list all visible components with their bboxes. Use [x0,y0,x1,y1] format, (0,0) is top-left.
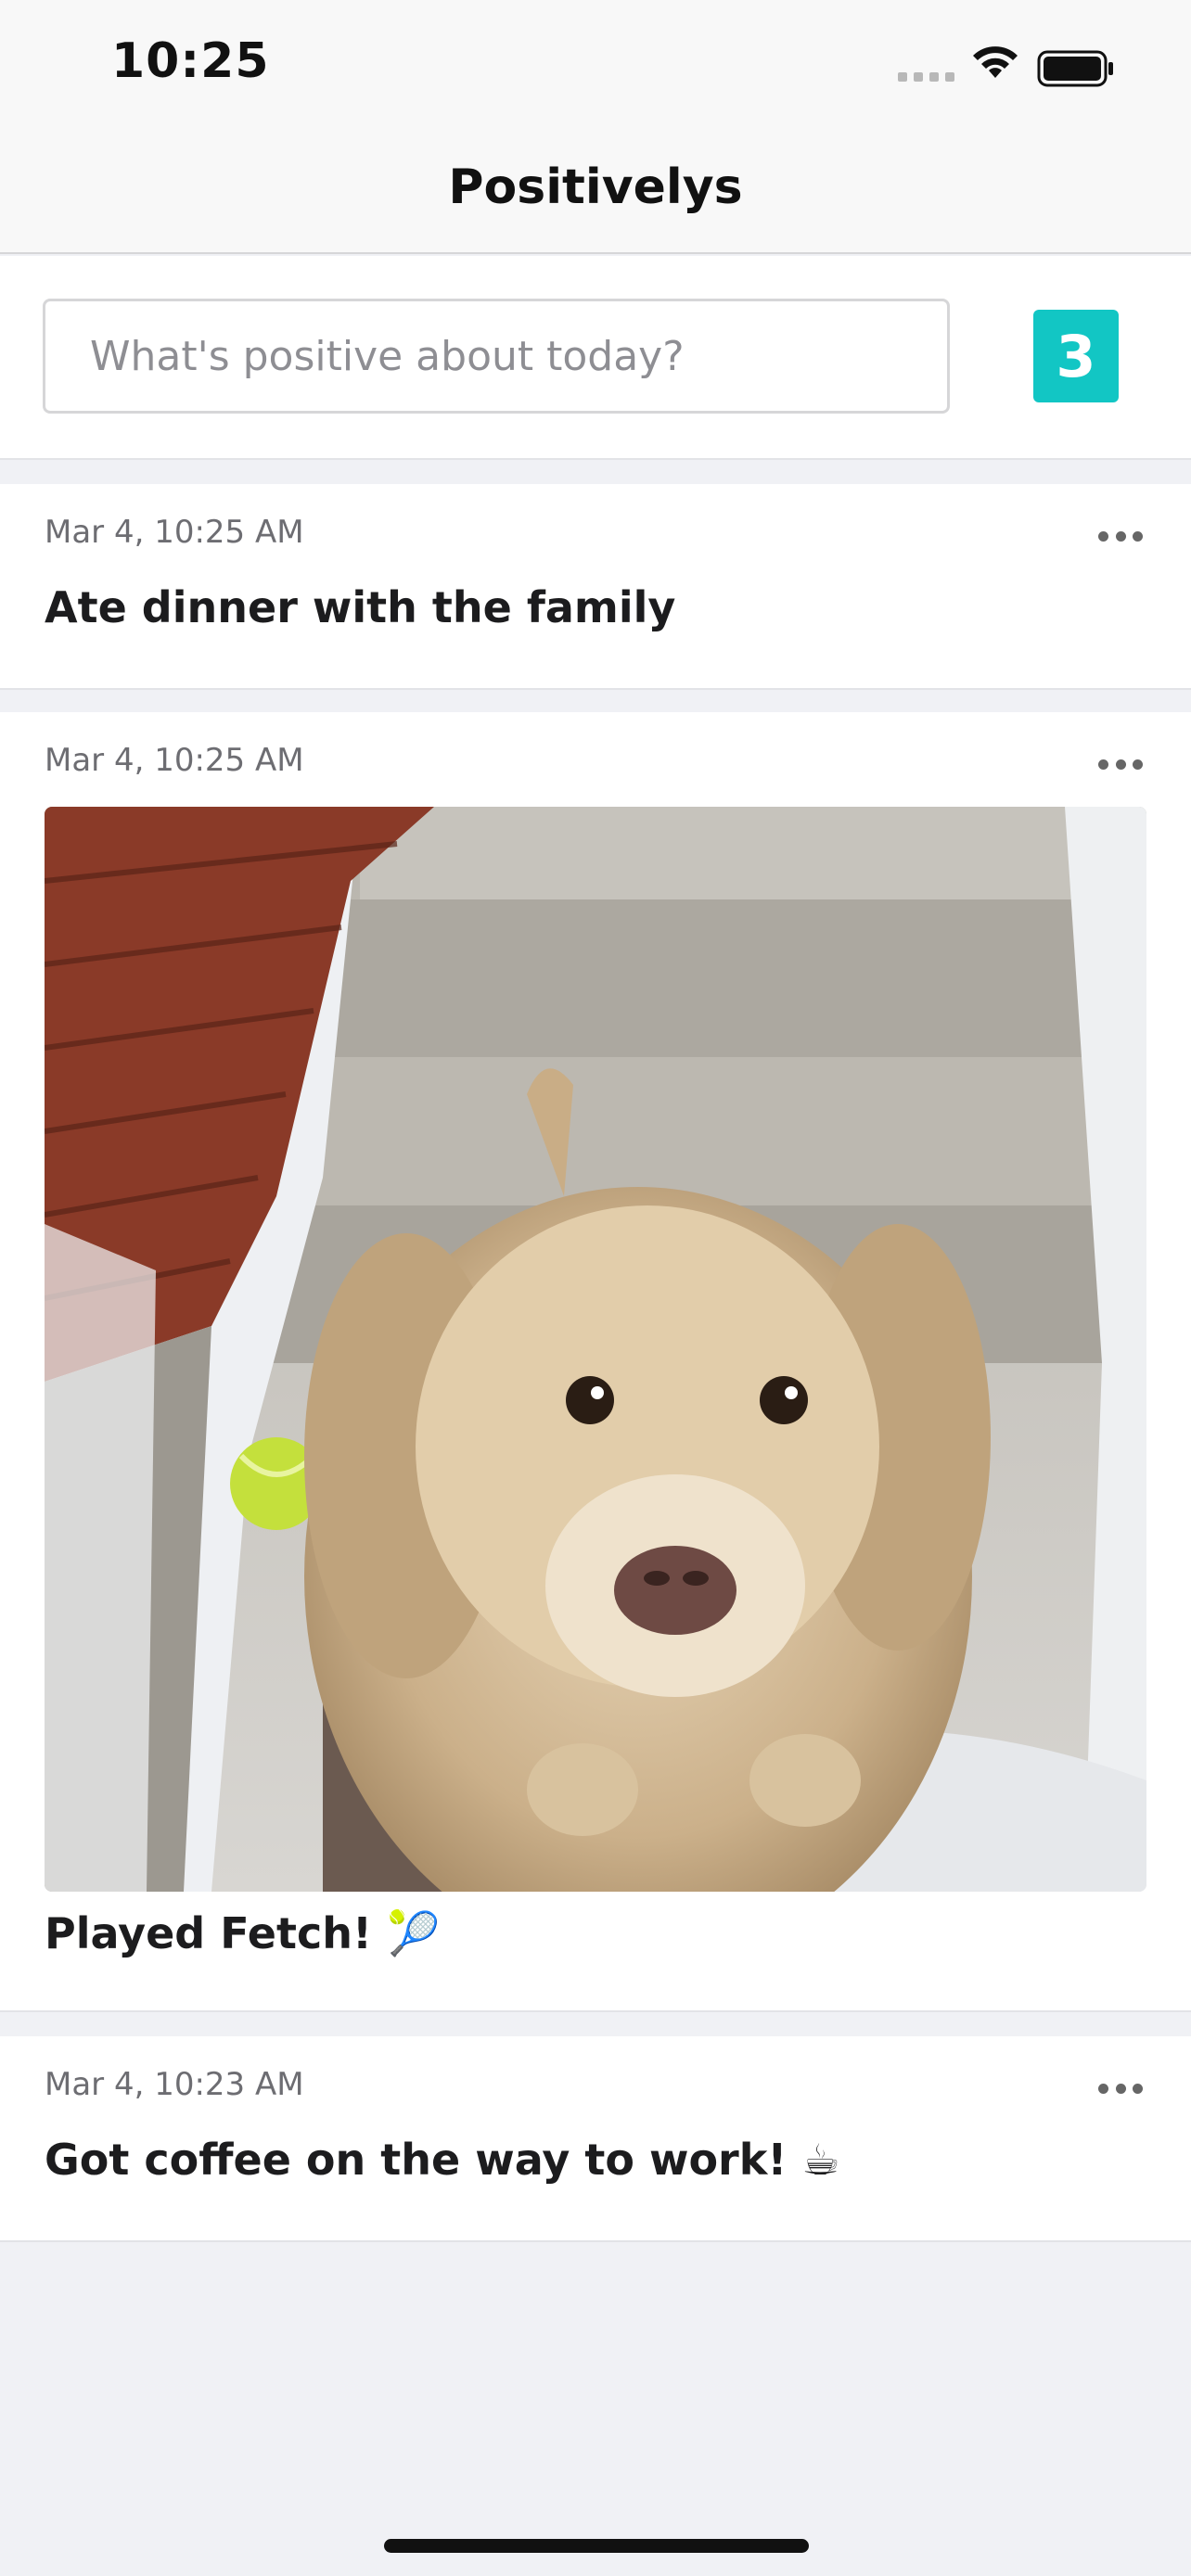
entry-card: Mar 4, 10:25 AM Played Fetch! 🎾 [0,712,1191,2012]
entry-timestamp: Mar 4, 10:25 AM [45,742,304,779]
entry-card: Mar 4, 10:25 AM Ate dinner with the fami… [0,484,1191,690]
entry-text: Got coffee on the way to work! ☕ [45,2135,840,2185]
more-dots-icon [1098,759,1108,770]
wifi-icon [973,46,1018,78]
page-title: Positivelys [448,159,743,215]
more-options-button[interactable] [1098,527,1143,545]
entry-count-badge[interactable]: 3 [1033,310,1119,402]
status-bar: 10:25 [0,0,1191,139]
entry-text: Played Fetch! 🎾 [45,1908,441,1958]
more-dots-icon [1098,530,1108,542]
more-dots-icon [1098,2083,1108,2094]
status-time: 10:25 [111,33,270,89]
entry-timestamp: Mar 4, 10:25 AM [45,514,304,551]
positive-entry-input[interactable] [43,299,950,414]
more-options-button[interactable] [1098,755,1143,773]
entry-timestamp: Mar 4, 10:23 AM [45,2066,304,2103]
home-indicator[interactable] [384,2539,809,2553]
battery-icon [1037,50,1113,87]
entry-card: Mar 4, 10:23 AM Got coffee on the way to… [0,2036,1191,2242]
cellular-signal-icon [898,72,954,82]
compose-area: 3 [0,256,1191,460]
entry-text: Ate dinner with the family [45,582,676,632]
dog-photo [45,807,1146,1892]
navigation-bar: Positivelys [0,139,1191,254]
more-options-button[interactable] [1098,2079,1143,2098]
entry-photo[interactable] [45,807,1146,1892]
